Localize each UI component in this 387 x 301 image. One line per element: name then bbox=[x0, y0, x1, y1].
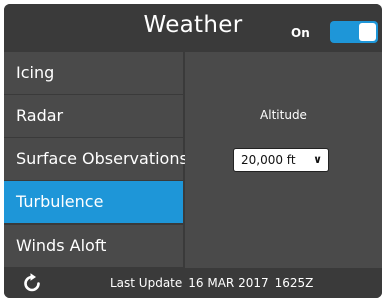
last-update-label: Last Update bbox=[110, 276, 183, 290]
sidebar-item-icing[interactable]: Icing bbox=[4, 52, 183, 94]
detail-panel: Altitude 20,000 ft ∨ bbox=[185, 52, 382, 268]
last-update-time: 1625Z bbox=[274, 276, 314, 290]
sidebar-item-turbulence[interactable]: Turbulence bbox=[4, 181, 183, 223]
weather-panel: Weather On Icing Radar Surface Observati… bbox=[4, 4, 382, 298]
altitude-value: 20,000 ft bbox=[241, 153, 296, 167]
last-update-date: 16 MAR 2017 bbox=[188, 276, 269, 290]
page-title: Weather bbox=[143, 12, 243, 38]
header-bar: Weather On bbox=[4, 4, 382, 50]
altitude-select[interactable]: 20,000 ft ∨ bbox=[233, 148, 329, 172]
refresh-icon[interactable] bbox=[20, 271, 44, 295]
sidebar-item-winds-aloft[interactable]: Winds Aloft bbox=[4, 225, 183, 267]
toggle-label: On bbox=[291, 26, 310, 40]
sidebar-item-radar[interactable]: Radar bbox=[4, 95, 183, 137]
last-update-status: Last Update 16 MAR 2017 1625Z bbox=[110, 275, 319, 291]
altitude-label: Altitude bbox=[260, 108, 307, 122]
sidebar-menu: Icing Radar Surface Observations Turbule… bbox=[4, 52, 188, 268]
toggle-knob[interactable] bbox=[359, 23, 376, 41]
sidebar-item-surface-observations[interactable]: Surface Observations bbox=[4, 138, 188, 180]
footer-bar: Last Update 16 MAR 2017 1625Z bbox=[4, 268, 382, 298]
chevron-down-icon: ∨ bbox=[313, 153, 322, 166]
weather-toggle[interactable] bbox=[330, 21, 378, 43]
